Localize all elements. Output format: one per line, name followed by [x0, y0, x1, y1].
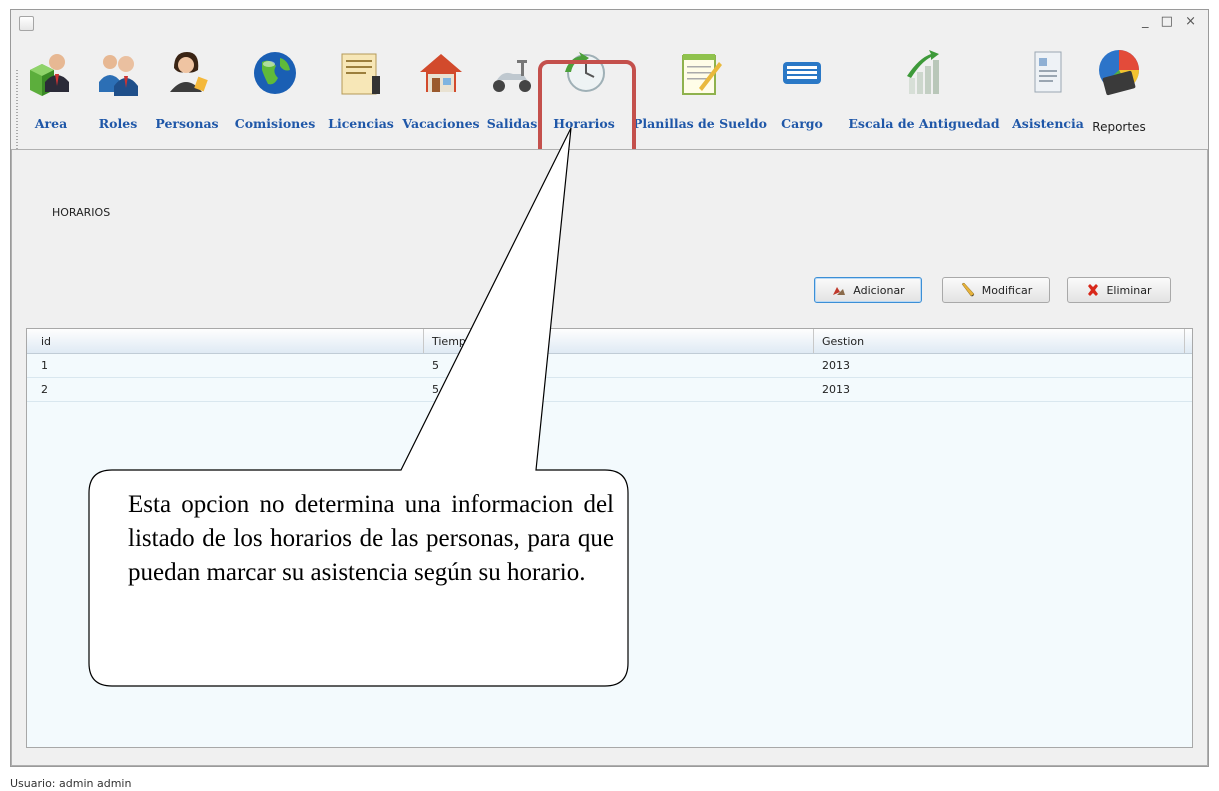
annotation-callout — [88, 127, 629, 687]
callout-text: Esta opcion no determina una informacion… — [128, 491, 614, 586]
callout-bubble-shape — [88, 127, 629, 687]
